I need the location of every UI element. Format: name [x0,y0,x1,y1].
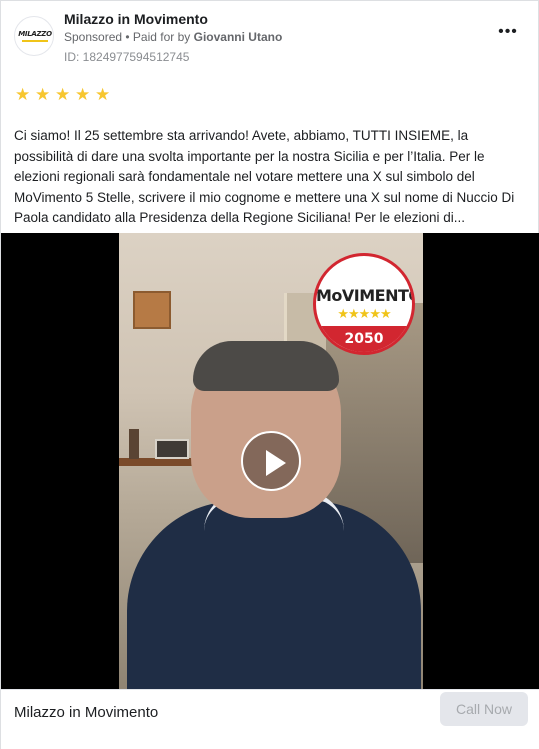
ad-card: MILAZZO Milazzo in Movimento Sponsored •… [0,0,539,749]
avatar-logo-bar [22,40,48,42]
logo-word: MoVIMENTO [316,286,415,305]
footer-page-name[interactable]: Milazzo in Movimento [14,704,158,721]
ad-footer: Milazzo in Movimento Call Now [1,689,539,749]
video-player[interactable]: MoVIMENTO ★★★★★ 2050 [1,233,539,689]
photo-frame [155,439,189,459]
star-icon: ★ [55,85,71,104]
star-icon: ★ [35,85,51,104]
logo-stars: ★★★★★ [337,306,391,321]
paid-for-prefix: • Paid for by [122,30,194,44]
more-options-icon[interactable]: ••• [495,24,521,47]
ad-body-text: Ci siamo! Il 25 settembre sta arrivando!… [14,128,515,225]
star-icon: ★ [75,85,91,104]
star-icon: ★ [15,85,31,104]
star-icon: ★ [95,85,111,104]
ad-header: MILAZZO Milazzo in Movimento Sponsored •… [1,1,539,73]
logo-year: 2050 [344,331,384,347]
sponsored-line: Sponsored • Paid for by Giovanni Utano [64,30,282,44]
call-now-button[interactable]: Call Now [440,692,528,726]
figurine [129,429,139,459]
play-triangle [266,450,286,476]
sponsored-label: Sponsored [64,30,123,44]
play-icon[interactable] [241,431,301,491]
page-avatar[interactable]: MILAZZO [14,16,54,56]
ad-id: ID: 1824977594512745 [64,50,190,64]
movimento-logo: MoVIMENTO ★★★★★ 2050 [313,253,415,355]
paid-for-name: Giovanni Utano [193,30,283,44]
star-rating: ★ ★ ★ ★ ★ [15,85,111,105]
page-name-link[interactable]: Milazzo in Movimento [64,11,208,27]
avatar-logo-text: MILAZZO [18,30,52,38]
wall-picture [133,291,171,329]
